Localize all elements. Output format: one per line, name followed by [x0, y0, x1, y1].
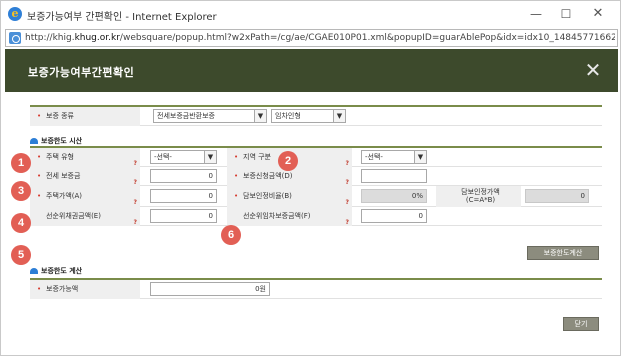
- section-bullet-icon: [30, 138, 38, 144]
- limit-calc-table: • 주택 유형 ? -선택- ▼ • 지역 구분 ? -선택- ▼ • 전세 보…: [30, 146, 602, 244]
- url-path: /websquare/popup.html?w2xPath=/cg/ae/CGA…: [119, 33, 615, 43]
- required-mark: •: [37, 285, 42, 293]
- collateral-value-label: 담보인정가액 (C=A*B): [436, 186, 521, 207]
- required-mark: •: [37, 172, 42, 180]
- internet-explorer-icon: e: [8, 7, 22, 21]
- required-mark: •: [37, 153, 42, 161]
- popup-content: • 보증 종류 전세보증금반환보증 ▼ 임차인형 ▼ 보증한도 시산 • 주택 …: [30, 105, 602, 355]
- guarantee-type-select[interactable]: 전세보증금반환보증 ▼: [153, 109, 267, 123]
- collateral-ratio-field: 0%: [361, 189, 427, 203]
- region-select[interactable]: -선택- ▼: [361, 150, 427, 164]
- page-icon: [9, 32, 21, 44]
- guarantee-type-label: • 보증 종류: [30, 107, 140, 126]
- popup-title: 보증가능여부간편확인: [28, 66, 135, 79]
- annotation-marker-4: 4: [11, 213, 31, 233]
- window-close-button[interactable]: ✕: [583, 4, 613, 24]
- annotation-marker-2: 2: [278, 151, 298, 171]
- guarantee-type-row: • 보증 종류 전세보증금반환보증 ▼ 임차인형 ▼: [30, 107, 602, 126]
- window-title: 보증가능여부 간편확인 - Internet Explorer: [27, 12, 217, 23]
- address-bar[interactable]: http://khig.khug.or.kr/websquare/popup.h…: [5, 29, 618, 47]
- chevron-down-icon: ▼: [333, 110, 345, 122]
- available-amount-row: • 보증가능액 0원: [30, 280, 602, 299]
- annotation-marker-6: 6: [221, 225, 241, 245]
- annotation-marker-5: 5: [11, 245, 31, 265]
- calculate-limit-button[interactable]: 보증한도계산: [527, 246, 599, 260]
- limit-calc-heading-text: 보증한도 시산: [41, 137, 83, 145]
- region-value: -선택-: [365, 153, 383, 161]
- address-url[interactable]: http://khig.khug.or.kr/websquare/popup.h…: [25, 33, 615, 43]
- annotation-marker-3: 3: [11, 181, 31, 201]
- deposit-label-text: 전세 보증금: [46, 172, 81, 180]
- guarantee-type-table: • 보증 종류 전세보증금반환보증 ▼ 임차인형 ▼: [30, 105, 602, 126]
- required-mark: •: [37, 112, 42, 120]
- annotation-marker-1: 1: [11, 153, 31, 173]
- minimize-button[interactable]: —: [521, 4, 551, 24]
- guarantee-type-label-text: 보증 종류: [46, 112, 74, 120]
- senior-tenant-label: 선순위임차보증금액(F) ?: [227, 207, 352, 226]
- limit-row-2: • 전세 보증금 ? 0 • 보증신청금액(D) ?: [30, 167, 602, 186]
- popup-header: 보증가능여부간편확인 ✕: [5, 49, 618, 92]
- url-domain: khug.or.kr: [74, 33, 120, 43]
- available-amount-label: • 보증가능액: [30, 280, 140, 299]
- available-amount-field: 0원: [150, 282, 270, 296]
- required-mark: •: [234, 172, 239, 180]
- browser-window: e 보증가능여부 간편확인 - Internet Explorer — ☐ ✕ …: [0, 0, 621, 356]
- house-price-label-text: 주택가액(A): [46, 192, 83, 200]
- senior-bond-label: 선순위채권금액(E) ?: [30, 207, 140, 226]
- maximize-button[interactable]: ☐: [551, 4, 581, 24]
- region-label-text: 지역 구분: [243, 153, 271, 161]
- section-bullet-icon: [30, 268, 38, 274]
- housing-type-select[interactable]: -선택- ▼: [150, 150, 217, 164]
- limit-row-1: • 주택 유형 ? -선택- ▼ • 지역 구분 ? -선택- ▼: [30, 148, 602, 167]
- chevron-down-icon: ▼: [204, 151, 216, 163]
- apply-amount-input[interactable]: [361, 169, 427, 183]
- available-amount-label-text: 보증가능액: [46, 285, 79, 293]
- help-icon[interactable]: ?: [346, 213, 349, 232]
- senior-tenant-input[interactable]: 0: [361, 209, 427, 223]
- guarantee-subtype-select[interactable]: 임차인형 ▼: [271, 109, 346, 123]
- senior-bond-label-text: 선순위채권금액(E): [46, 212, 101, 220]
- housing-type-label: • 주택 유형 ?: [30, 148, 140, 167]
- house-price-label: • 주택가액(A) ?: [30, 186, 140, 207]
- guarantee-check-popup: 보증가능여부간편확인 ✕ • 보증 종류 전세보증금반환보증 ▼ 임차인형 ▼: [5, 49, 618, 355]
- housing-type-label-text: 주택 유형: [46, 153, 74, 161]
- limit-result-table: • 보증가능액 0원: [30, 278, 602, 299]
- deposit-label: • 전세 보증금 ?: [30, 167, 140, 186]
- collateral-ratio-label-text: 담보인정비율(B): [243, 192, 292, 200]
- apply-amount-label-text: 보증신청금액(D): [243, 172, 293, 180]
- senior-bond-input[interactable]: 0: [150, 209, 217, 223]
- guarantee-type-value: 전세보증금반환보증: [157, 112, 215, 120]
- close-button[interactable]: 닫기: [563, 317, 599, 331]
- required-mark: •: [234, 153, 239, 161]
- chevron-down-icon: ▼: [414, 151, 426, 163]
- limit-row-3: • 주택가액(A) ? 0 • 담보인정비율(B) ? 0% 담보인정가액 (C=A…: [30, 186, 602, 207]
- limit-result-heading-text: 보증한도 계산: [41, 267, 83, 275]
- deposit-input[interactable]: 0: [150, 169, 217, 183]
- limit-result-heading: 보증한도 계산: [30, 266, 82, 276]
- collateral-value-field: 0: [525, 189, 589, 203]
- guarantee-subtype-value: 임차인형: [275, 112, 301, 120]
- chevron-down-icon: ▼: [254, 110, 266, 122]
- housing-type-value: -선택-: [154, 153, 172, 161]
- collateral-ratio-label: • 담보인정비율(B) ?: [227, 186, 352, 207]
- popup-close-icon[interactable]: ✕: [582, 59, 604, 81]
- url-prefix: http://khig.: [25, 33, 75, 43]
- browser-titlebar: e 보증가능여부 간편확인 - Internet Explorer — ☐ ✕: [1, 1, 620, 27]
- house-price-input[interactable]: 0: [150, 189, 217, 203]
- limit-row-4: 선순위채권금액(E) ? 0 선순위임차보증금액(F) ? 0: [30, 207, 602, 226]
- limit-calc-heading: 보증한도 시산: [30, 136, 82, 146]
- required-mark: •: [234, 192, 239, 200]
- help-icon[interactable]: ?: [134, 213, 137, 232]
- senior-tenant-label-text: 선순위임차보증금액(F): [243, 212, 311, 220]
- required-mark: •: [37, 192, 42, 200]
